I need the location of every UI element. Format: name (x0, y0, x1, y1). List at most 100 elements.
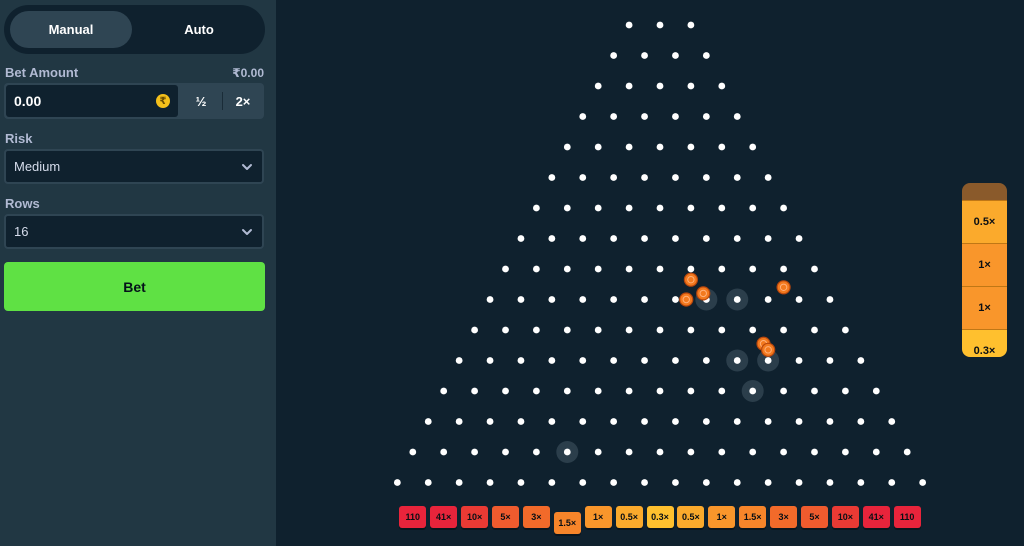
peg (764, 174, 772, 181)
peg (594, 143, 602, 151)
bet-amount-value: 0.00 (14, 93, 42, 109)
peg (409, 448, 417, 456)
peg (733, 174, 741, 181)
rows-select[interactable]: 16 (4, 214, 264, 249)
chevron-down-icon (242, 229, 252, 235)
peg (718, 82, 726, 90)
peg (548, 174, 556, 181)
peg (579, 113, 587, 120)
multiplier-slot: 41× (430, 505, 458, 528)
peg (594, 204, 602, 212)
bet-amount-input[interactable]: 0.00 ₹ (6, 85, 178, 117)
peg (610, 235, 618, 242)
peg (579, 296, 587, 303)
peg (795, 357, 803, 364)
peg (641, 296, 648, 303)
risk-value: Medium (14, 159, 61, 174)
peg (455, 418, 463, 425)
peg (672, 418, 679, 425)
peg (533, 326, 540, 334)
peg (656, 143, 664, 151)
peg (625, 265, 633, 273)
peg (625, 21, 633, 29)
multiplier-slot: 110 (399, 505, 427, 528)
risk-select[interactable]: Medium (4, 149, 264, 184)
peg (672, 52, 679, 59)
peg (826, 479, 834, 486)
tab-manual[interactable]: Manual (10, 11, 132, 48)
multiplier-slot: 1× (708, 505, 736, 528)
peg (471, 448, 478, 456)
peg (702, 174, 710, 181)
peg (733, 357, 741, 364)
peg (718, 143, 726, 151)
multiplier-slot: 1× (584, 505, 612, 528)
peg (548, 357, 556, 364)
peg (672, 113, 679, 120)
peg (641, 113, 648, 120)
peg (641, 174, 648, 181)
peg (424, 418, 432, 425)
peg (502, 448, 509, 456)
peg (795, 235, 803, 242)
peg (563, 448, 571, 456)
peg (672, 235, 679, 242)
peg (594, 265, 602, 273)
peg (733, 235, 741, 242)
multiplier-slot: 1.5× (739, 505, 767, 528)
multiplier-slot: 5× (801, 505, 828, 528)
peg (718, 204, 726, 212)
peg (733, 113, 741, 120)
peg (579, 479, 587, 486)
peg (749, 265, 757, 273)
peg (919, 479, 927, 486)
peg (795, 296, 803, 303)
peg (471, 326, 478, 334)
tab-auto[interactable]: Auto (138, 11, 260, 48)
plinko-ball (679, 292, 694, 307)
peg (826, 418, 834, 425)
peg (641, 235, 648, 242)
multiplier-slot: 3× (770, 505, 798, 528)
peg (610, 113, 618, 120)
peg (563, 143, 571, 151)
peg (455, 357, 463, 364)
peg (780, 265, 787, 273)
peg (610, 296, 618, 303)
peg (502, 387, 509, 395)
peg (579, 174, 587, 181)
peg (687, 204, 695, 212)
peg (795, 479, 803, 486)
bet-button[interactable]: Bet (4, 262, 265, 311)
double-bet-button[interactable]: 2× (222, 83, 264, 119)
peg (702, 357, 710, 364)
peg (579, 235, 587, 242)
peg (826, 357, 834, 364)
half-bet-button[interactable]: ½ (180, 83, 222, 119)
peg (625, 387, 633, 395)
peg (440, 448, 448, 456)
peg (563, 265, 571, 273)
plinko-ball (776, 280, 791, 295)
peg (672, 296, 679, 303)
result-history: 0.5× 1× 1× 0.3× (962, 183, 1007, 357)
peg (780, 326, 787, 334)
history-item: 0.5× (962, 201, 1007, 244)
peg (594, 448, 602, 456)
peg (625, 82, 633, 90)
peg (486, 357, 494, 364)
history-item: 0.3× (962, 330, 1007, 357)
peg (594, 387, 602, 395)
peg (517, 418, 525, 425)
peg (533, 448, 540, 456)
peg (625, 143, 633, 151)
peg (764, 235, 772, 242)
peg (780, 448, 787, 456)
peg (517, 479, 525, 486)
peg (548, 418, 556, 425)
peg (424, 479, 432, 486)
peg (687, 387, 695, 395)
peg (702, 479, 710, 486)
peg (764, 418, 772, 425)
peg (625, 326, 633, 334)
